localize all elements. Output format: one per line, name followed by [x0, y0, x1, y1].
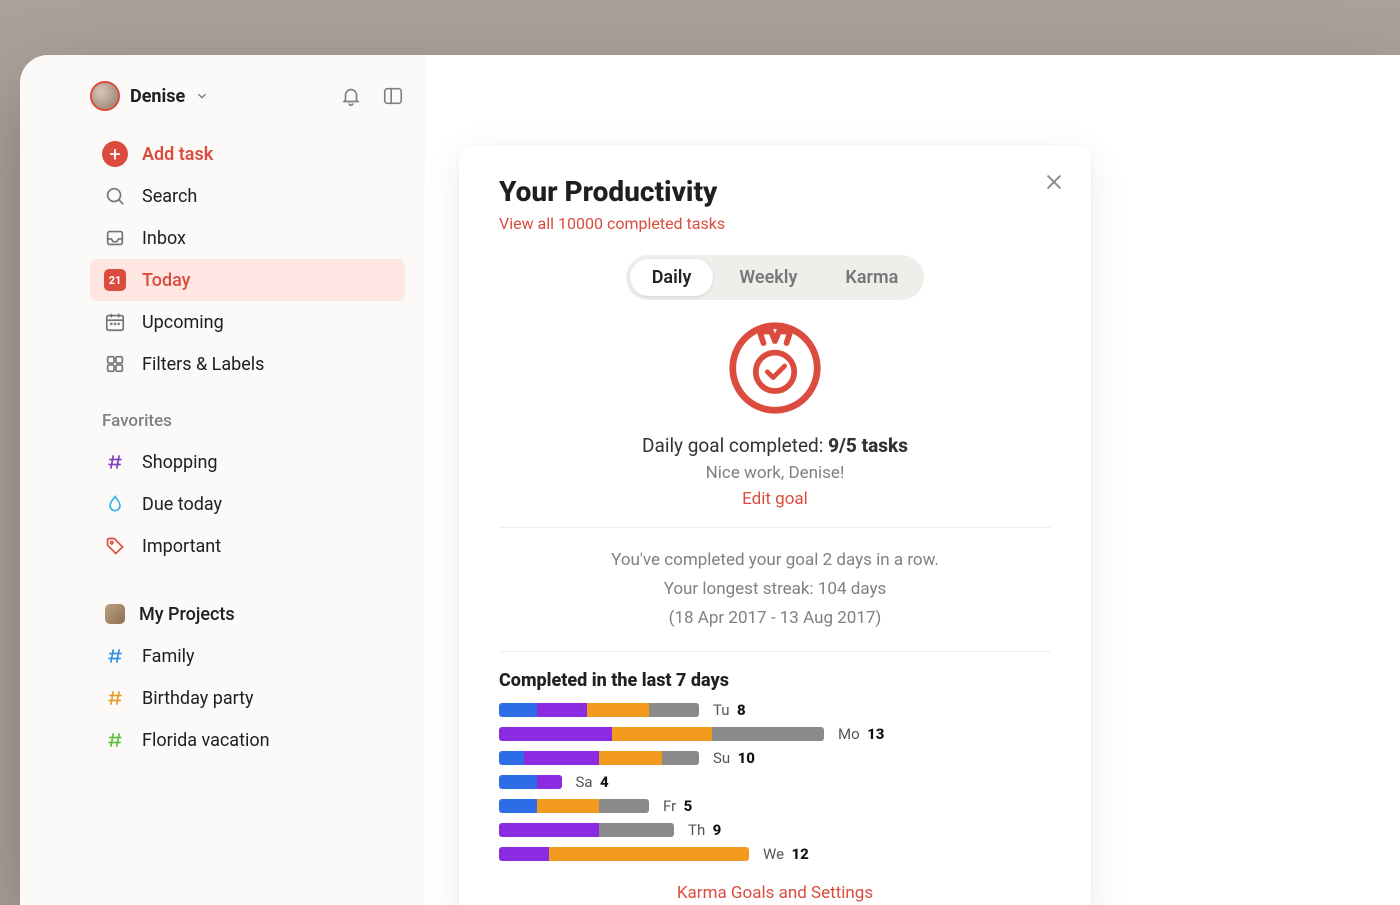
- nav-item-today[interactable]: 21 Today: [90, 259, 405, 301]
- bar-label: Fr 5: [663, 797, 692, 815]
- nav-item-upcoming[interactable]: Upcoming: [90, 301, 405, 343]
- project-label: Birthday party: [142, 688, 254, 709]
- bar-row: Th 9: [499, 821, 1051, 839]
- close-icon: [1043, 171, 1065, 193]
- bar-label: Mo 13: [838, 725, 884, 743]
- nav-label: Filters & Labels: [142, 354, 264, 375]
- hash-icon: [102, 727, 128, 753]
- nav-item-filters[interactable]: Filters & Labels: [90, 343, 405, 385]
- calendar-icon: [102, 309, 128, 335]
- user-name: Denise: [130, 86, 185, 107]
- bar-label: Th 9: [688, 821, 721, 839]
- bar: [499, 727, 824, 741]
- inbox-icon: [102, 225, 128, 251]
- chart-title: Completed in the last 7 days: [499, 670, 1051, 691]
- calendar-today-icon: 21: [102, 267, 128, 293]
- bar-row: We 12: [499, 845, 1051, 863]
- project-item[interactable]: Family: [90, 635, 405, 677]
- nav-item-inbox[interactable]: Inbox: [90, 217, 405, 259]
- tab-weekly[interactable]: Weekly: [717, 259, 819, 296]
- tag-icon: [102, 533, 128, 559]
- my-projects-header[interactable]: My Projects: [90, 593, 405, 635]
- view-all-link[interactable]: View all 10000 completed tasks: [499, 214, 1051, 233]
- bar-label: Tu 8: [713, 701, 746, 719]
- favorites-title: Favorites: [102, 411, 405, 431]
- divider: [499, 527, 1051, 528]
- tabs: DailyWeeklyKarma: [499, 255, 1051, 300]
- plus-icon: +: [102, 141, 128, 167]
- bar: [499, 703, 699, 717]
- encouragement-text: Nice work, Denise!: [499, 463, 1051, 483]
- drop-icon: [102, 491, 128, 517]
- primary-nav: + Add task Search Inbox 21 Today: [90, 133, 405, 385]
- hash-icon: [102, 449, 128, 475]
- hash-icon: [102, 685, 128, 711]
- main-area: Your Productivity View all 10000 complet…: [425, 55, 1400, 905]
- project-label: Family: [142, 646, 195, 667]
- bar: [499, 799, 649, 813]
- project-label: Florida vacation: [142, 730, 270, 751]
- nav-label: Today: [142, 270, 191, 291]
- favorite-item[interactable]: Important: [90, 525, 405, 567]
- add-task-button[interactable]: + Add task: [90, 133, 405, 175]
- close-button[interactable]: [1043, 171, 1065, 193]
- streak-info: You've completed your goal 2 days in a r…: [499, 546, 1051, 633]
- favorite-label: Due today: [142, 494, 222, 515]
- productivity-modal: Your Productivity View all 10000 complet…: [459, 145, 1091, 905]
- favorite-label: Shopping: [142, 452, 218, 473]
- bar: [499, 823, 674, 837]
- bar-label: Su 10: [713, 749, 755, 767]
- goal-status: Daily goal completed: 9/5 tasks: [499, 434, 1051, 457]
- notifications-icon[interactable]: [339, 84, 363, 108]
- favorite-label: Important: [142, 536, 221, 557]
- projects-list: Family Birthday party Florida vacation: [90, 635, 405, 761]
- avatar: [90, 81, 120, 111]
- favorite-item[interactable]: Shopping: [90, 441, 405, 483]
- modal-title: Your Productivity: [499, 175, 1051, 208]
- project-item[interactable]: Florida vacation: [90, 719, 405, 761]
- project-item[interactable]: Birthday party: [90, 677, 405, 719]
- chevron-down-icon: [195, 89, 209, 103]
- toggle-sidebar-icon[interactable]: [381, 84, 405, 108]
- karma-settings-link[interactable]: Karma Goals and Settings: [499, 883, 1051, 903]
- bar-row: Tu 8: [499, 701, 1051, 719]
- medal-icon: [499, 320, 1051, 416]
- nav-label: Upcoming: [142, 312, 224, 333]
- app-window: Denise + Add task Se: [20, 55, 1400, 905]
- bar-row: Sa 4: [499, 773, 1051, 791]
- favorites-list: Shopping Due today Important: [90, 441, 405, 567]
- bar: [499, 751, 699, 765]
- workspace-icon: [105, 604, 125, 624]
- divider: [499, 651, 1051, 652]
- bar-row: Fr 5: [499, 797, 1051, 815]
- nav-label: Search: [142, 186, 197, 207]
- user-switcher[interactable]: Denise: [90, 81, 405, 111]
- nav-label: Add task: [142, 144, 213, 165]
- favorite-item[interactable]: Due today: [90, 483, 405, 525]
- tab-karma[interactable]: Karma: [823, 259, 920, 296]
- bar-chart: Tu 8 Mo 13 Su 10 Sa 4 Fr 5 Th 9 We 12: [499, 701, 1051, 863]
- tab-daily[interactable]: Daily: [630, 259, 714, 296]
- grid-icon: [102, 351, 128, 377]
- bar: [499, 775, 562, 789]
- bar-label: Sa 4: [576, 773, 609, 791]
- bar: [499, 847, 749, 861]
- section-label: My Projects: [139, 604, 235, 625]
- bar-row: Mo 13: [499, 725, 1051, 743]
- hash-icon: [102, 643, 128, 669]
- nav-label: Inbox: [142, 228, 186, 249]
- bar-row: Su 10: [499, 749, 1051, 767]
- nav-item-search[interactable]: Search: [90, 175, 405, 217]
- sidebar: Denise + Add task Se: [20, 55, 425, 905]
- edit-goal-link[interactable]: Edit goal: [499, 489, 1051, 509]
- search-icon: [102, 183, 128, 209]
- bar-label: We 12: [763, 845, 809, 863]
